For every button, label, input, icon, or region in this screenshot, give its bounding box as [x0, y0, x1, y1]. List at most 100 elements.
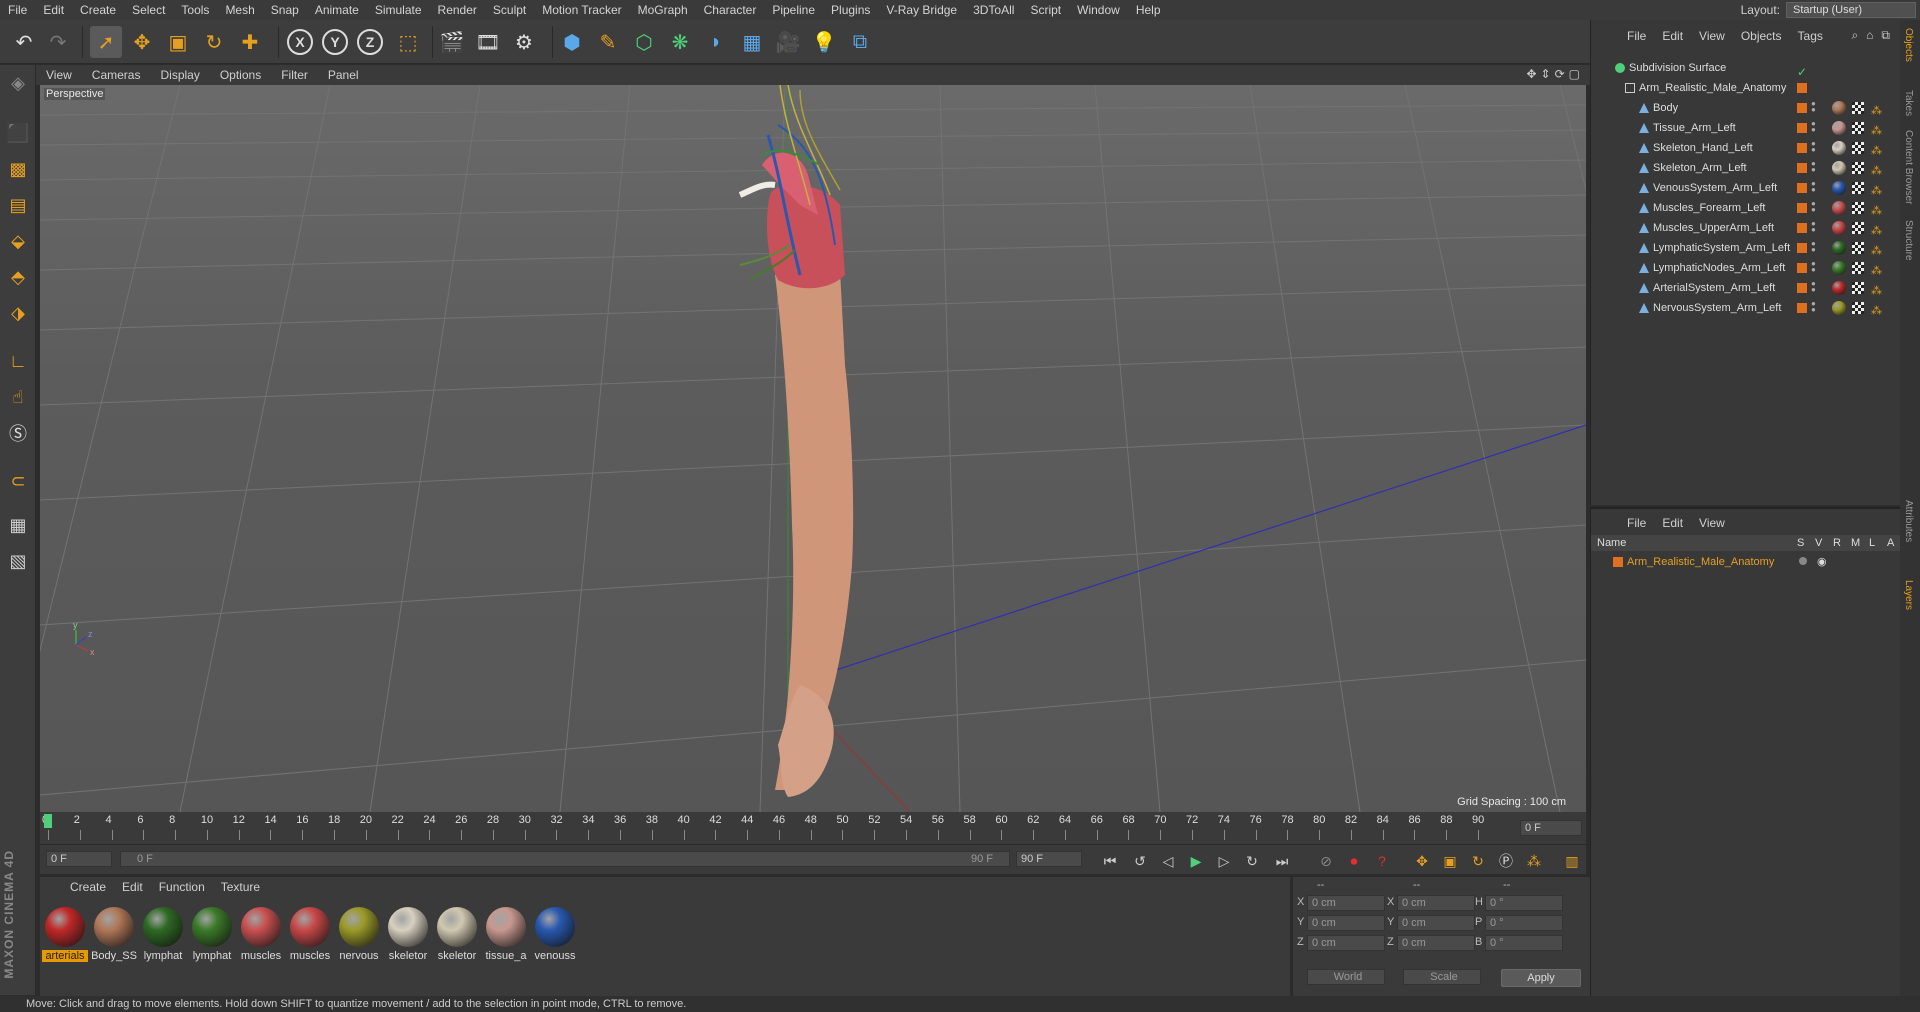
material-tag-icon[interactable]	[1832, 261, 1846, 275]
uvw-tag-icon[interactable]	[1852, 262, 1864, 274]
object-menu-objects[interactable]: Objects	[1733, 29, 1790, 43]
key-position-icon[interactable]: ✥	[1412, 851, 1432, 871]
go-to-start-icon[interactable]: ⏮	[1100, 851, 1120, 871]
move-tool-icon[interactable]: ✥	[126, 26, 158, 58]
coord-field[interactable]: 0 cm	[1397, 915, 1475, 931]
model-mode-icon[interactable]: ⬛	[4, 119, 32, 147]
material-swatch[interactable]: Body_SS	[91, 905, 137, 965]
menu-sculpt[interactable]: Sculpt	[485, 0, 534, 20]
uvw-tag-icon[interactable]	[1852, 122, 1864, 134]
material-swatch[interactable]: lymphat	[140, 905, 186, 965]
menu-script[interactable]: Script	[1022, 0, 1069, 20]
uvw-tag-icon[interactable]	[1852, 282, 1864, 294]
menu-motion-tracker[interactable]: Motion Tracker	[534, 0, 629, 20]
render-picture-viewer-icon[interactable]: 🎞	[472, 26, 504, 58]
snap-magnet-icon[interactable]: ⊂	[4, 467, 32, 495]
material-tag-icon[interactable]	[1832, 241, 1846, 255]
timeline-layout-icon[interactable]: ▥	[1562, 851, 1582, 871]
material-swatch[interactable]: nervous	[336, 905, 382, 965]
x-axis-lock-icon[interactable]: X	[287, 29, 313, 55]
menu-3dtoall[interactable]: 3DToAll	[965, 0, 1022, 20]
menu-help[interactable]: Help	[1128, 0, 1169, 20]
coord-field[interactable]: 0 °	[1485, 895, 1563, 911]
layout-select[interactable]: Startup (User)	[1786, 2, 1916, 18]
menu-mesh[interactable]: Mesh	[217, 0, 262, 20]
coord-field[interactable]: 0 cm	[1307, 935, 1385, 951]
current-frame-field[interactable]: 0 F	[1520, 820, 1582, 836]
pan-icon[interactable]: ✥	[1526, 67, 1536, 81]
visibility-dots[interactable]: ● ●	[1811, 300, 1816, 315]
previous-frame-icon[interactable]: ◁	[1158, 851, 1178, 871]
material-swatch[interactable]: venouss	[532, 905, 578, 965]
viewport-menu-options[interactable]: Options	[210, 68, 271, 82]
rotate-tool-icon[interactable]: ↻	[198, 26, 230, 58]
menu-window[interactable]: Window	[1069, 0, 1128, 20]
uvw-tag-icon[interactable]	[1852, 182, 1864, 194]
side-tab-takes[interactable]: Takes	[1903, 90, 1914, 116]
coord-field[interactable]: 0 cm	[1307, 895, 1385, 911]
side-tab-objects[interactable]: Objects	[1903, 28, 1914, 62]
viewport-menu-view[interactable]: View	[36, 68, 82, 82]
uvw-tag-icon[interactable]	[1852, 202, 1864, 214]
start-frame-field[interactable]: 0 F	[46, 851, 112, 867]
material-tag-icon[interactable]	[1832, 141, 1846, 155]
object-row[interactable]: LymphaticNodes_Arm_Left ● ● ⁂	[1591, 258, 1901, 278]
menu-plugins[interactable]: Plugins	[823, 0, 878, 20]
material-tag-icon[interactable]	[1832, 101, 1846, 115]
side-tab-structure[interactable]: Structure	[1903, 220, 1914, 261]
subdivision-generator-icon[interactable]: ⬡	[628, 26, 660, 58]
layer-menu-view[interactable]: View	[1691, 516, 1733, 530]
object-row[interactable]: Skeleton_Arm_Left ● ● ⁂	[1591, 158, 1901, 178]
object-row[interactable]: Muscles_Forearm_Left ● ● ⁂	[1591, 198, 1901, 218]
visibility-dots[interactable]: ● ●	[1811, 120, 1816, 135]
object-menu-file[interactable]: File	[1619, 29, 1654, 43]
render-settings-icon[interactable]: ⚙	[508, 26, 540, 58]
viewport-menu-display[interactable]: Display	[150, 68, 209, 82]
python-icon[interactable]: ⧉	[844, 26, 876, 58]
pen-spline-icon[interactable]: ✎	[592, 26, 624, 58]
menu-file[interactable]: File	[0, 0, 35, 20]
texture-mode-icon[interactable]: ▩	[4, 155, 32, 183]
material-menu-texture[interactable]: Texture	[213, 880, 268, 894]
coord-field[interactable]: 0 cm	[1397, 935, 1475, 951]
layer-visible-icon[interactable]: ◉	[1817, 553, 1827, 571]
menu-mograph[interactable]: MoGraph	[630, 0, 696, 20]
autokey-icon[interactable]: ⏺	[1344, 851, 1364, 871]
uvw-tag-icon[interactable]	[1852, 142, 1864, 154]
uvw-tag-icon[interactable]	[1852, 162, 1864, 174]
locked-workplane-icon[interactable]: ▦	[4, 511, 32, 539]
visibility-dots[interactable]: ● ●	[1811, 180, 1816, 195]
visibility-dots[interactable]: ● ●	[1811, 160, 1816, 175]
apply-button[interactable]: Apply	[1501, 969, 1581, 987]
new-view-icon[interactable]: ⧉	[1881, 28, 1890, 43]
material-tag-icon[interactable]	[1832, 181, 1846, 195]
material-tag-icon[interactable]	[1832, 221, 1846, 235]
object-row[interactable]: ArterialSystem_Arm_Left ● ● ⁂	[1591, 278, 1901, 298]
orbit-icon[interactable]: ⟳	[1555, 67, 1565, 81]
solo-mode-icon[interactable]: Ⓢ	[4, 419, 32, 447]
viewport-menu-filter[interactable]: Filter	[271, 68, 318, 82]
material-tag-icon[interactable]	[1832, 281, 1846, 295]
material-swatch[interactable]: muscles	[287, 905, 333, 965]
perspective-viewport[interactable]: y x z Perspective Grid Spacing : 100 cm	[40, 85, 1586, 812]
material-tag-icon[interactable]	[1832, 161, 1846, 175]
object-row-group[interactable]: Arm_Realistic_Male_Anatomy	[1591, 78, 1901, 98]
coordinate-system-icon[interactable]: ⬚	[392, 26, 424, 58]
next-key-icon[interactable]: ↻	[1242, 851, 1262, 871]
object-menu-edit[interactable]: Edit	[1654, 29, 1691, 43]
light-icon[interactable]: 💡	[808, 26, 840, 58]
coord-system-select[interactable]: World	[1307, 969, 1385, 985]
phong-tag-icon[interactable]: ⁂	[1871, 301, 1882, 321]
menu-character[interactable]: Character	[696, 0, 765, 20]
render-view-icon[interactable]: 🎬	[436, 26, 468, 58]
object-row[interactable]: LymphaticSystem_Arm_Left ● ● ⁂	[1591, 238, 1901, 258]
edges-mode-icon[interactable]: ⬘	[4, 263, 32, 291]
object-row[interactable]: Tissue_Arm_Left ● ● ⁂	[1591, 118, 1901, 138]
array-cloner-icon[interactable]: ❋	[664, 26, 696, 58]
undo-icon[interactable]: ↶	[8, 26, 40, 58]
maximize-view-icon[interactable]: ▢	[1569, 67, 1580, 81]
cube-primitive-icon[interactable]: ⬢	[556, 26, 588, 58]
object-row[interactable]: NervousSystem_Arm_Left ● ● ⁂	[1591, 298, 1901, 318]
key-point-level-icon[interactable]: ⁂	[1524, 851, 1544, 871]
coord-scale-select[interactable]: Scale	[1403, 969, 1481, 985]
